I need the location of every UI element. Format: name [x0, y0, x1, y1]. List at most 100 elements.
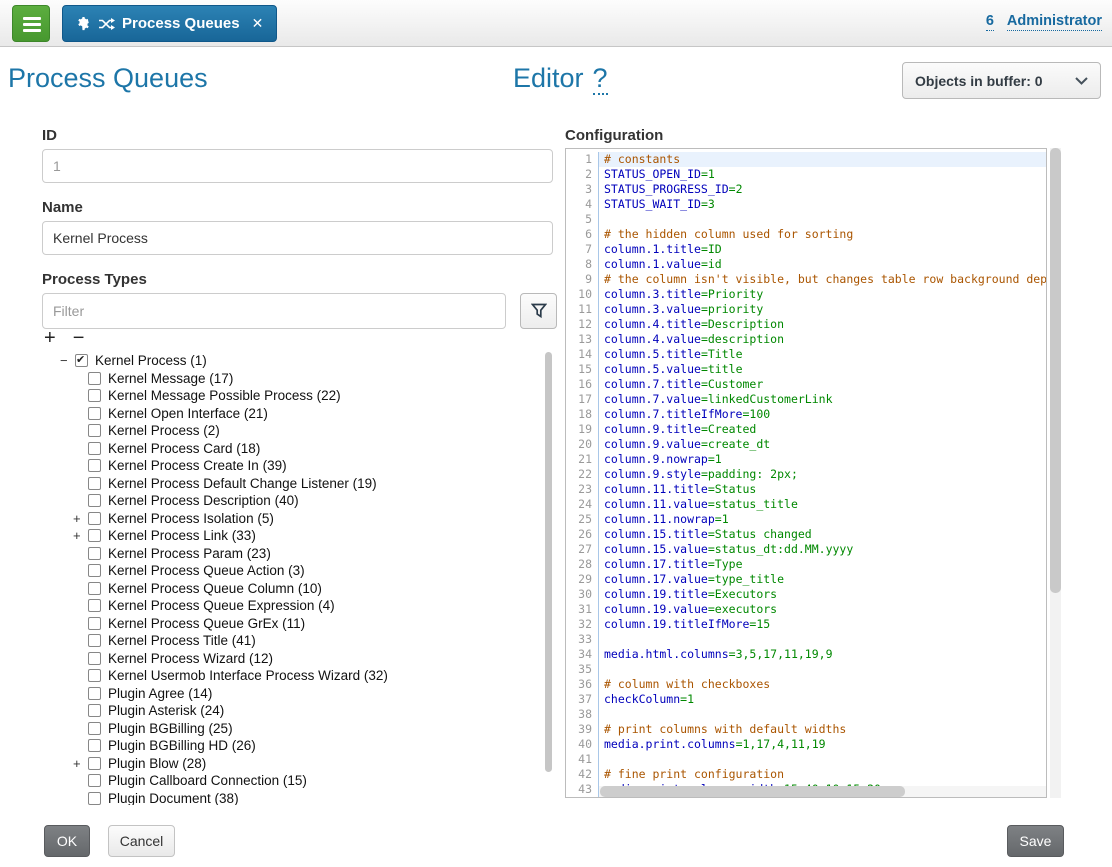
tree-checkbox[interactable] — [88, 634, 101, 647]
tree-item[interactable]: Kernel Message (17) — [42, 370, 542, 388]
expand-all-button[interactable]: + — [44, 328, 56, 348]
tree-checkbox[interactable] — [88, 442, 101, 455]
tree-checkbox[interactable] — [88, 494, 101, 507]
tree-item[interactable]: Kernel Process Description (40) — [42, 492, 542, 510]
tree-checkbox[interactable] — [88, 704, 101, 717]
tree-item-label: Kernel Process Create In (39) — [108, 458, 287, 473]
tree-checkbox[interactable] — [88, 669, 101, 682]
tree-item[interactable]: Plugin Document (38) — [42, 790, 542, 806]
tree-item[interactable]: Kernel Process Queue Action (3) — [42, 562, 542, 580]
tree-expander-icon[interactable]: + — [73, 528, 88, 543]
line-number: 34 — [566, 647, 599, 662]
tree-item[interactable]: +Kernel Process Link (33) — [42, 527, 542, 545]
tree-checkbox[interactable] — [88, 459, 101, 472]
funnel-icon — [531, 303, 547, 319]
tree-checkbox[interactable] — [75, 354, 88, 367]
tab-process-queues[interactable]: Process Queues ✕ — [62, 5, 277, 42]
tree-scrollbar[interactable] — [545, 352, 552, 772]
tree-checkbox[interactable] — [88, 792, 101, 805]
tree-item[interactable]: Kernel Process Queue Expression (4) — [42, 597, 542, 615]
save-button[interactable]: Save — [1007, 825, 1064, 857]
tree-checkbox[interactable] — [88, 424, 101, 437]
tree-item-label: Kernel Process Queue Column (10) — [108, 581, 322, 596]
tree-checkbox[interactable] — [88, 547, 101, 560]
tree-item[interactable]: Kernel Process Wizard (12) — [42, 650, 542, 668]
code-line: 1# constants — [566, 152, 1046, 167]
tree-item[interactable]: Kernel Process (2) — [42, 422, 542, 440]
editor-horizontal-scrollbar[interactable] — [599, 786, 1046, 797]
tree-item[interactable]: Plugin BGBilling HD (26) — [42, 737, 542, 755]
tree-item[interactable]: +Plugin Blow (28) — [42, 755, 542, 773]
tree-item[interactable]: Kernel Process Queue Column (10) — [42, 580, 542, 598]
code-line: 22column.9.style=padding: 2px; — [566, 467, 1046, 482]
tree-checkbox[interactable] — [88, 582, 101, 595]
tree-item[interactable]: Kernel Message Possible Process (22) — [42, 387, 542, 405]
tree-expander-icon[interactable]: − — [60, 353, 75, 368]
tree-checkbox[interactable] — [88, 407, 101, 420]
configuration-code-editor[interactable]: 1# constants2STATUS_OPEN_ID=13STATUS_PRO… — [565, 148, 1047, 798]
tree-checkbox[interactable] — [88, 739, 101, 752]
user-link[interactable]: Administrator — [1007, 13, 1102, 31]
tree-item[interactable]: Plugin Agree (14) — [42, 685, 542, 703]
tree-item[interactable]: + Kernel Process Isolation (5) — [42, 510, 542, 528]
tree-checkbox[interactable] — [88, 564, 101, 577]
notification-count-link[interactable]: 6 — [986, 13, 994, 31]
id-field[interactable] — [42, 149, 553, 183]
line-number: 5 — [566, 212, 599, 227]
code-line: 29column.17.value=type_title — [566, 572, 1046, 587]
tree-checkbox[interactable] — [88, 529, 101, 542]
line-number: 43 — [566, 782, 599, 797]
tree-item-label: Kernel Process Isolation (5) — [108, 511, 274, 526]
line-number: 21 — [566, 452, 599, 467]
tree-item-label: Kernel Message Possible Process (22) — [108, 388, 341, 403]
tree-item[interactable]: Kernel Open Interface (21) — [42, 405, 542, 423]
line-number: 14 — [566, 347, 599, 362]
tree-checkbox[interactable] — [88, 372, 101, 385]
tree-expander-icon[interactable]: + — [73, 756, 88, 771]
tree-item[interactable]: Plugin Callboard Connection (15) — [42, 772, 542, 790]
line-number: 31 — [566, 602, 599, 617]
collapse-all-button[interactable]: − — [73, 328, 85, 348]
tab-close-icon[interactable]: ✕ — [252, 15, 264, 32]
filter-input[interactable] — [42, 293, 506, 329]
tree-item[interactable]: Plugin Asterisk (24) — [42, 702, 542, 720]
editor-vertical-scrollbar[interactable] — [1050, 148, 1061, 798]
hamburger-icon — [23, 17, 41, 20]
tree-checkbox[interactable] — [88, 687, 101, 700]
tree-checkbox[interactable] — [88, 774, 101, 787]
code-line: 30column.19.title=Executors — [566, 587, 1046, 602]
scrollbar-thumb[interactable] — [1050, 148, 1061, 593]
cancel-button[interactable]: Cancel — [108, 825, 175, 857]
line-number: 25 — [566, 512, 599, 527]
ok-button[interactable]: OK — [44, 825, 90, 857]
name-field[interactable] — [42, 221, 553, 255]
filter-button[interactable] — [520, 293, 557, 329]
tree-checkbox[interactable] — [88, 722, 101, 735]
objects-in-buffer-dropdown[interactable]: Objects in buffer: 0 — [902, 62, 1101, 99]
tree-item[interactable]: Kernel Process Default Change Listener (… — [42, 475, 542, 493]
tree-item[interactable]: Kernel Process Param (23) — [42, 545, 542, 563]
tree-checkbox[interactable] — [88, 652, 101, 665]
hamburger-menu-button[interactable] — [12, 5, 50, 42]
tree-item[interactable]: Plugin BGBilling (25) — [42, 720, 542, 738]
tree-checkbox[interactable] — [88, 477, 101, 490]
tree-item[interactable]: −Kernel Process (1) — [42, 352, 542, 370]
tree-checkbox[interactable] — [88, 599, 101, 612]
tree-item[interactable]: Kernel Process Title (41) — [42, 632, 542, 650]
configuration-label: Configuration — [565, 127, 663, 144]
scrollbar-thumb[interactable] — [600, 786, 905, 797]
tree-item[interactable]: Kernel Process Queue GrEx (11) — [42, 615, 542, 633]
line-number: 39 — [566, 722, 599, 737]
line-number: 24 — [566, 497, 599, 512]
tree-expander-icon[interactable]: + — [73, 511, 88, 526]
tree-item[interactable]: Kernel Usermob Interface Process Wizard … — [42, 667, 542, 685]
tree-item-label: Kernel Process Queue GrEx (11) — [108, 616, 305, 631]
tree-checkbox[interactable] — [88, 757, 101, 770]
tree-item[interactable]: Kernel Process Create In (39) — [42, 457, 542, 475]
tree-checkbox[interactable] — [88, 389, 101, 402]
tree-checkbox[interactable] — [88, 512, 101, 525]
tree-item[interactable]: Kernel Process Card (18) — [42, 440, 542, 458]
help-link[interactable]: ? — [593, 63, 608, 95]
line-number: 26 — [566, 527, 599, 542]
tree-checkbox[interactable] — [88, 617, 101, 630]
